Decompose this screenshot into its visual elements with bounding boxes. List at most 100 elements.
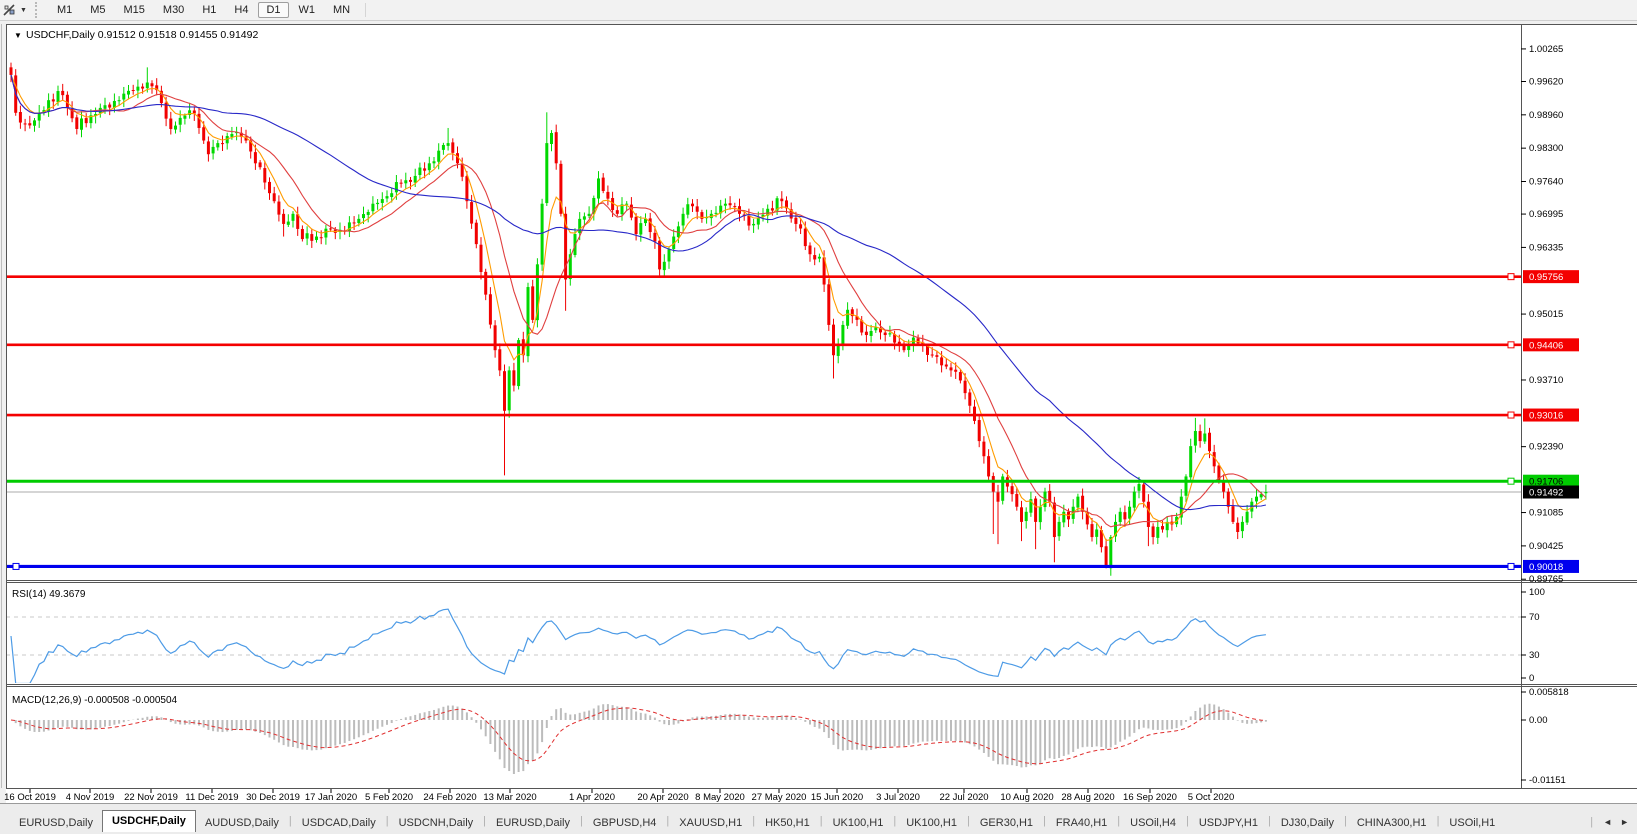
candle-body: [357, 218, 361, 223]
candle-body: [987, 456, 991, 477]
hline-handle[interactable]: [1507, 273, 1515, 281]
candle-body: [728, 203, 732, 206]
candle-body: [479, 244, 483, 272]
candle-body: [540, 203, 544, 265]
candle-body: [451, 142, 455, 153]
macd-scale-label: -0.01151: [1529, 775, 1566, 786]
candle-body: [286, 221, 290, 225]
candle-body: [686, 204, 690, 215]
date-label: 11 Dec 2019: [185, 792, 238, 803]
tab-gbpusd-h4[interactable]: GBPUSD,H4: [584, 814, 666, 832]
tab-audusd-daily[interactable]: AUDUSD,Daily: [196, 814, 288, 832]
tab-dj30-daily[interactable]: DJ30,Daily: [1272, 814, 1343, 832]
tab-usdcad-daily[interactable]: USDCAD,Daily: [293, 814, 385, 832]
candle-body: [841, 324, 845, 345]
tab-usoil-h1[interactable]: USOil,H1: [1440, 814, 1504, 832]
tab-usoil-h4[interactable]: USOil,H4: [1121, 814, 1185, 832]
tab-eurusd-daily[interactable]: EURUSD,Daily: [10, 814, 102, 832]
tab-xauusd-h1[interactable]: XAUUSD,H1: [670, 814, 751, 832]
hline-price-label: 0.93016: [1529, 411, 1563, 422]
candle-body: [84, 118, 88, 124]
tab-ger30-h1[interactable]: GER30,H1: [971, 814, 1042, 832]
candle-body: [1132, 491, 1136, 508]
date-label: 28 Aug 2020: [1061, 792, 1114, 803]
candle-body: [1118, 511, 1122, 523]
candle-body: [1240, 521, 1244, 532]
candle-body: [639, 223, 643, 235]
tab-uk100-h1[interactable]: UK100,H1: [824, 814, 893, 832]
tab-eurusd-daily[interactable]: EURUSD,Daily: [487, 814, 579, 832]
hline-handle[interactable]: [1507, 477, 1515, 485]
candle-body: [1010, 486, 1014, 495]
candle-body: [550, 133, 553, 145]
candle-body: [883, 332, 887, 336]
rsi-indicator-label: RSI(14) 49.3679: [12, 589, 86, 600]
tab-usdchf-daily[interactable]: USDCHF,Daily: [101, 810, 196, 832]
candle-body: [1184, 476, 1188, 496]
candle-body: [803, 228, 807, 247]
rsi-scale-label: 0: [1529, 673, 1534, 684]
candle-body: [756, 217, 760, 225]
candle-body: [300, 228, 304, 240]
tab-uk100-h1[interactable]: UK100,H1: [897, 814, 966, 832]
price-axis-tick-label: 0.91085: [1529, 508, 1563, 519]
candle-body: [733, 206, 737, 208]
date-label: 22 Jul 2020: [939, 792, 988, 803]
candle-body: [324, 228, 328, 238]
tab-usdjpy-h1[interactable]: USDJPY,H1: [1190, 814, 1267, 832]
candle-body: [366, 211, 370, 215]
candle-body: [141, 86, 145, 89]
candle-body: [315, 236, 318, 240]
candle-body: [394, 182, 398, 193]
current-price-label: 0.91492: [1529, 488, 1563, 499]
candle-body: [75, 117, 79, 129]
date-label: 15 Jun 2020: [811, 792, 863, 803]
tab-fra40-h1[interactable]: FRA40,H1: [1047, 814, 1116, 832]
hline-handle[interactable]: [12, 562, 20, 570]
candle-body: [174, 125, 177, 130]
candle-body: [441, 144, 445, 150]
tab-scroll-right-icon[interactable]: ►: [1616, 817, 1633, 827]
candle-body: [18, 111, 22, 123]
candle-body: [1146, 501, 1150, 527]
candle-body: [352, 222, 356, 224]
candle-body: [61, 90, 65, 96]
candle-body: [437, 150, 441, 162]
hline-handle[interactable]: [1507, 562, 1515, 570]
tab-china300-h1[interactable]: CHINA300,H1: [1348, 814, 1436, 832]
chart-title-caret[interactable]: ▼: [14, 31, 22, 40]
candle-body: [780, 198, 784, 202]
hline-handle[interactable]: [1507, 411, 1515, 419]
candle-body: [150, 83, 154, 87]
candle-body: [662, 261, 666, 271]
candle-body: [230, 134, 234, 137]
hline-handle[interactable]: [1507, 341, 1515, 349]
candle-body: [1203, 433, 1207, 442]
tab-hk50-h1[interactable]: HK50,H1: [756, 814, 819, 832]
candle-body: [944, 364, 948, 367]
price-chart-canvas[interactable]: 1.00265 0.99620 0.98960 0.98300 0.97640 0.969…: [0, 0, 1637, 834]
tab-usdcnh-daily[interactable]: USDCNH,Daily: [390, 814, 483, 832]
candle-body: [958, 372, 962, 381]
candle-body: [954, 369, 958, 372]
candle-body: [1062, 511, 1066, 523]
date-label: 5 Oct 2020: [1188, 792, 1234, 803]
candle-body: [145, 82, 149, 89]
candle-body: [545, 143, 549, 204]
candle-body: [1123, 512, 1127, 520]
candle-body: [1226, 491, 1230, 507]
date-label: 3 Jul 2020: [876, 792, 920, 803]
candle-body: [33, 120, 36, 126]
tab-scroll-controls: | ◄ ►: [1584, 816, 1633, 828]
candle-body: [474, 222, 478, 245]
candle-body: [1193, 430, 1197, 446]
candle-body: [432, 161, 436, 164]
tab-scroll-left-icon[interactable]: ◄: [1599, 817, 1616, 827]
symbol-tab-bar: EURUSD,Daily USDCHF,Daily AUDUSD,Daily | USD…: [0, 803, 1637, 834]
candle-body: [601, 177, 605, 192]
candle-body: [606, 191, 610, 199]
candle-body: [399, 182, 403, 184]
candle-body: [206, 141, 210, 155]
candle-body: [846, 309, 850, 326]
candle-body: [836, 345, 840, 356]
